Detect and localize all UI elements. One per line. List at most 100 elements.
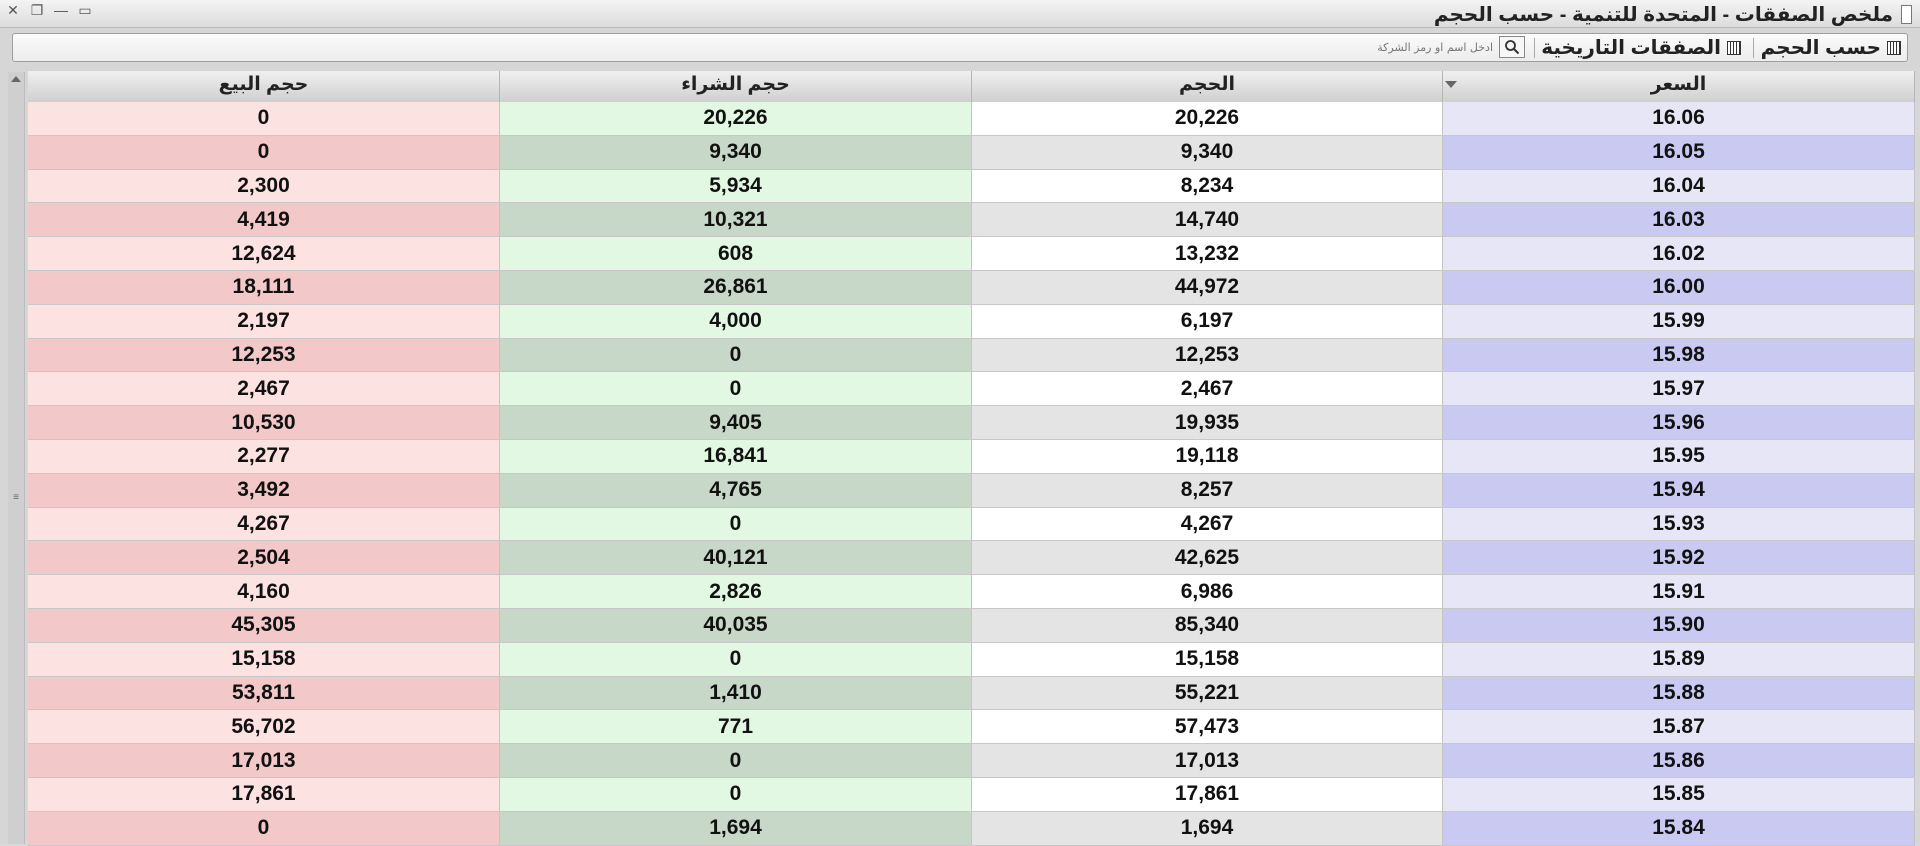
- table-row[interactable]: 2,277 16,841 19,118 15.95: [28, 439, 1915, 474]
- buy-volume-cell: 5,934: [500, 169, 972, 203]
- sell-volume-cell: 2,197: [28, 304, 500, 338]
- historical-trades-button[interactable]: الصفقات التاريخية: [1541, 36, 1741, 59]
- sell-volume-cell: 2,277: [28, 439, 500, 473]
- price-cell: 15.92: [1443, 541, 1915, 575]
- buy-volume-cell: 2,826: [500, 575, 972, 608]
- sell-volume-cell: 56,702: [28, 710, 500, 744]
- column-header-buy-volume[interactable]: حجم الشراء: [500, 71, 972, 102]
- historical-trades-label: الصفقات التاريخية: [1541, 37, 1721, 59]
- table-row[interactable]: 12,253 0 12,253 15.98: [28, 338, 1915, 373]
- restore-icon[interactable]: ❐: [30, 3, 44, 17]
- table-row[interactable]: 3,492 4,765 8,257 15.94: [28, 473, 1915, 508]
- table-row[interactable]: 4,160 2,826 6,986 15.91: [28, 575, 1915, 609]
- toolbar: حسب الحجم الصفقات التاريخية: [12, 33, 1908, 62]
- sell-volume-cell: 2,300: [28, 169, 500, 203]
- column-header-price[interactable]: السعر: [1443, 71, 1915, 102]
- volume-cell: 9,340: [972, 135, 1443, 169]
- buy-volume-cell: 40,121: [500, 541, 972, 575]
- sell-volume-cell: 2,467: [28, 372, 500, 406]
- minimize-icon[interactable]: —: [54, 3, 68, 17]
- table-row[interactable]: 56,702 771 57,473 15.87: [28, 710, 1915, 745]
- table-body: 0 20,226 20,226 16.06 0 9,340 9,340 16.05 2,300 5…: [28, 102, 1915, 846]
- vertical-scrollbar[interactable]: ≡: [8, 72, 25, 844]
- volume-cell: 8,257: [972, 473, 1443, 507]
- table-row[interactable]: 18,111 26,861 44,972 16.00: [28, 270, 1915, 305]
- table-row[interactable]: 4,419 10,321 14,740 16.03: [28, 203, 1915, 238]
- price-cell: 15.91: [1443, 575, 1915, 608]
- table-row[interactable]: 2,197 4,000 6,197 15.99: [28, 304, 1915, 339]
- table-row[interactable]: 12,624 608 13,232 16.02: [28, 237, 1915, 271]
- buy-volume-cell: 0: [500, 507, 972, 541]
- volume-cell: 4,267: [972, 507, 1443, 541]
- buy-volume-cell: 608: [500, 237, 972, 270]
- volume-cell: 12,253: [972, 338, 1443, 372]
- buy-volume-cell: 9,405: [500, 406, 972, 439]
- price-cell: 15.85: [1443, 777, 1915, 811]
- table-row[interactable]: 0 1,694 1,694 15.84: [28, 811, 1915, 846]
- by-volume-button[interactable]: حسب الحجم: [1761, 36, 1901, 59]
- volume-cell: 1,694: [972, 811, 1443, 845]
- volume-cell: 57,473: [972, 710, 1443, 744]
- price-cell: 15.95: [1443, 439, 1915, 473]
- sell-volume-cell: 4,160: [28, 575, 500, 608]
- table-row[interactable]: 2,467 0 2,467 15.97: [28, 372, 1915, 407]
- price-cell: 15.86: [1443, 744, 1915, 777]
- table-header: حجم البيع حجم الشراء الحجم السعر: [28, 71, 1915, 103]
- table-row[interactable]: 0 20,226 20,226 16.06: [28, 102, 1915, 136]
- calendar-icon: [1727, 40, 1741, 55]
- price-cell: 16.04: [1443, 169, 1915, 203]
- title-bar: ✕ ❐ — ▭ ملخص الصفقات - المتحدة للتنمية -…: [0, 0, 1920, 28]
- sell-volume-cell: 0: [28, 102, 500, 135]
- price-cell: 15.89: [1443, 642, 1915, 676]
- column-header-sell-volume[interactable]: حجم البيع: [28, 71, 500, 102]
- table-row[interactable]: 45,305 40,035 85,340 15.90: [28, 608, 1915, 643]
- price-cell: 16.02: [1443, 237, 1915, 270]
- buy-volume-cell: 4,000: [500, 304, 972, 338]
- price-cell: 15.94: [1443, 473, 1915, 507]
- window-controls: ✕ ❐ — ▭: [6, 3, 92, 17]
- price-cell: 15.84: [1443, 811, 1915, 845]
- search-button[interactable]: [1499, 36, 1525, 58]
- scroll-up-icon[interactable]: [11, 76, 21, 82]
- sell-volume-cell: 0: [28, 811, 500, 845]
- search-icon: [1505, 40, 1520, 55]
- sell-volume-cell: 0: [28, 135, 500, 169]
- buy-volume-cell: 771: [500, 710, 972, 744]
- table-row[interactable]: 17,013 0 17,013 15.86: [28, 744, 1915, 778]
- column-header-volume[interactable]: الحجم: [972, 71, 1443, 102]
- toolbar-divider: [1753, 38, 1754, 58]
- table-row[interactable]: 0 9,340 9,340 16.05: [28, 135, 1915, 170]
- table-row[interactable]: 10,530 9,405 19,935 15.96: [28, 406, 1915, 440]
- company-search-input[interactable]: [1237, 38, 1497, 56]
- buy-volume-cell: 16,841: [500, 439, 972, 473]
- price-cell: 15.88: [1443, 676, 1915, 710]
- table-row[interactable]: 2,504 40,121 42,625 15.92: [28, 541, 1915, 576]
- volume-cell: 13,232: [972, 237, 1443, 270]
- buy-volume-cell: 0: [500, 642, 972, 676]
- sort-down-icon[interactable]: [1445, 81, 1457, 88]
- sell-volume-cell: 12,253: [28, 338, 500, 372]
- price-cell: 15.99: [1443, 304, 1915, 338]
- table-row[interactable]: 4,267 0 4,267 15.93: [28, 507, 1915, 542]
- table-row[interactable]: 53,811 1,410 55,221 15.88: [28, 676, 1915, 711]
- close-icon[interactable]: ✕: [6, 3, 20, 17]
- table-row[interactable]: 2,300 5,934 8,234 16.04: [28, 169, 1915, 204]
- maximize-icon[interactable]: ▭: [78, 3, 92, 17]
- price-cell: 16.00: [1443, 270, 1915, 304]
- volume-cell: 6,197: [972, 304, 1443, 338]
- price-cell: 16.05: [1443, 135, 1915, 169]
- buy-volume-cell: 26,861: [500, 270, 972, 304]
- price-cell: 15.93: [1443, 507, 1915, 541]
- buy-volume-cell: 20,226: [500, 102, 972, 135]
- scroll-grip-icon[interactable]: ≡: [11, 493, 21, 503]
- buy-volume-cell: 1,694: [500, 811, 972, 845]
- volume-cell: 14,740: [972, 203, 1443, 237]
- volume-cell: 20,226: [972, 102, 1443, 135]
- table-row[interactable]: 15,158 0 15,158 15.89: [28, 642, 1915, 677]
- buy-volume-cell: 0: [500, 372, 972, 406]
- price-cell: 15.97: [1443, 372, 1915, 406]
- buy-volume-cell: 1,410: [500, 676, 972, 710]
- price-cell: 15.90: [1443, 608, 1915, 642]
- table-row[interactable]: 17,861 0 17,861 15.85: [28, 777, 1915, 812]
- volume-cell: 2,467: [972, 372, 1443, 406]
